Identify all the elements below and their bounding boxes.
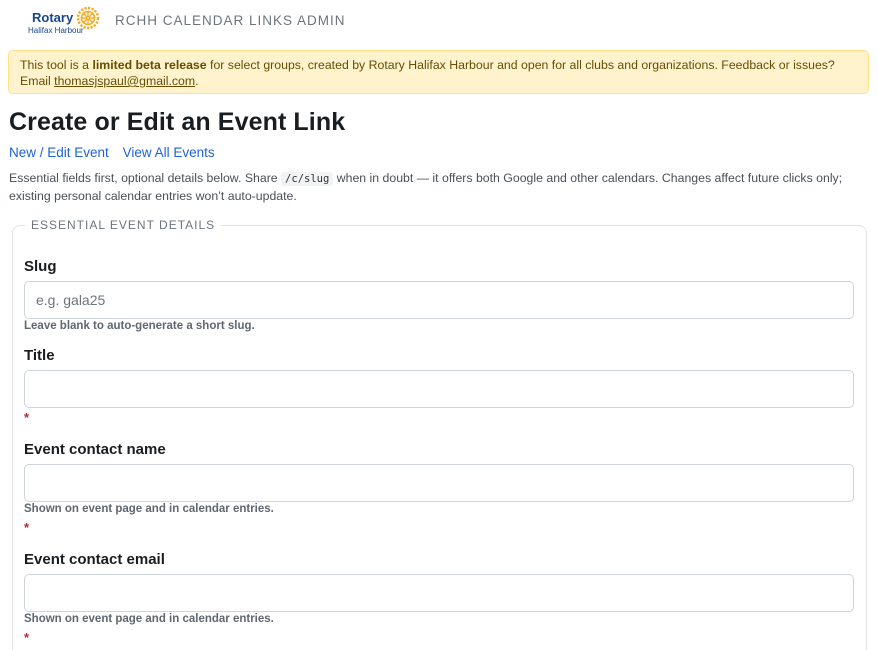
page-title: Create or Edit an Event Link — [9, 108, 346, 136]
title-required-mark: * — [24, 410, 30, 425]
intro-text-before: Essential fields first, optional details… — [9, 171, 282, 185]
slug-path-code: /c/slug — [281, 172, 334, 186]
intro-text: Essential fields first, optional details… — [9, 170, 859, 205]
contact-name-required-mark: * — [24, 520, 30, 535]
nav-link-new-edit-event[interactable]: New / Edit Event — [9, 145, 109, 160]
rotary-wheel-icon — [76, 6, 100, 30]
slug-input[interactable] — [24, 281, 854, 319]
alert-text-prefix: This tool is a — [20, 58, 93, 72]
app-title: RCHH CALENDAR LINKS ADMIN — [115, 13, 346, 28]
contact-email-label: Event contact email — [24, 551, 165, 568]
slug-help-text: Leave blank to auto-generate a short slu… — [24, 320, 255, 332]
page-nav: New / Edit Event View All Events — [9, 145, 225, 160]
contact-email-required-mark: * — [24, 630, 30, 645]
feedback-email-link[interactable]: thomasjspaul@gmail.com — [54, 74, 195, 88]
top-bar: Rotary Halifax Harbour RCHH CALENDAR LIN… — [0, 0, 878, 44]
beta-alert: This tool is a limited beta release for … — [8, 50, 869, 94]
title-label: Title — [24, 347, 55, 364]
rotary-logo[interactable]: Rotary Halifax Harbour — [28, 6, 104, 38]
section-legend: ESSENTIAL EVENT DETAILS — [31, 218, 216, 232]
nav-link-view-all-events[interactable]: View All Events — [123, 145, 215, 160]
alert-text-suffix: . — [195, 74, 199, 88]
contact-email-help-text: Shown on event page and in calendar entr… — [24, 613, 274, 625]
contact-name-help-text: Shown on event page and in calendar entr… — [24, 503, 274, 515]
contact-email-input[interactable] — [24, 574, 854, 612]
alert-text-bold: limited beta release — [92, 58, 207, 72]
slug-label: Slug — [24, 258, 57, 275]
title-input[interactable] — [24, 370, 854, 408]
logo-word: Rotary — [32, 10, 74, 25]
contact-name-input[interactable] — [24, 464, 854, 502]
contact-name-label: Event contact name — [24, 441, 166, 458]
